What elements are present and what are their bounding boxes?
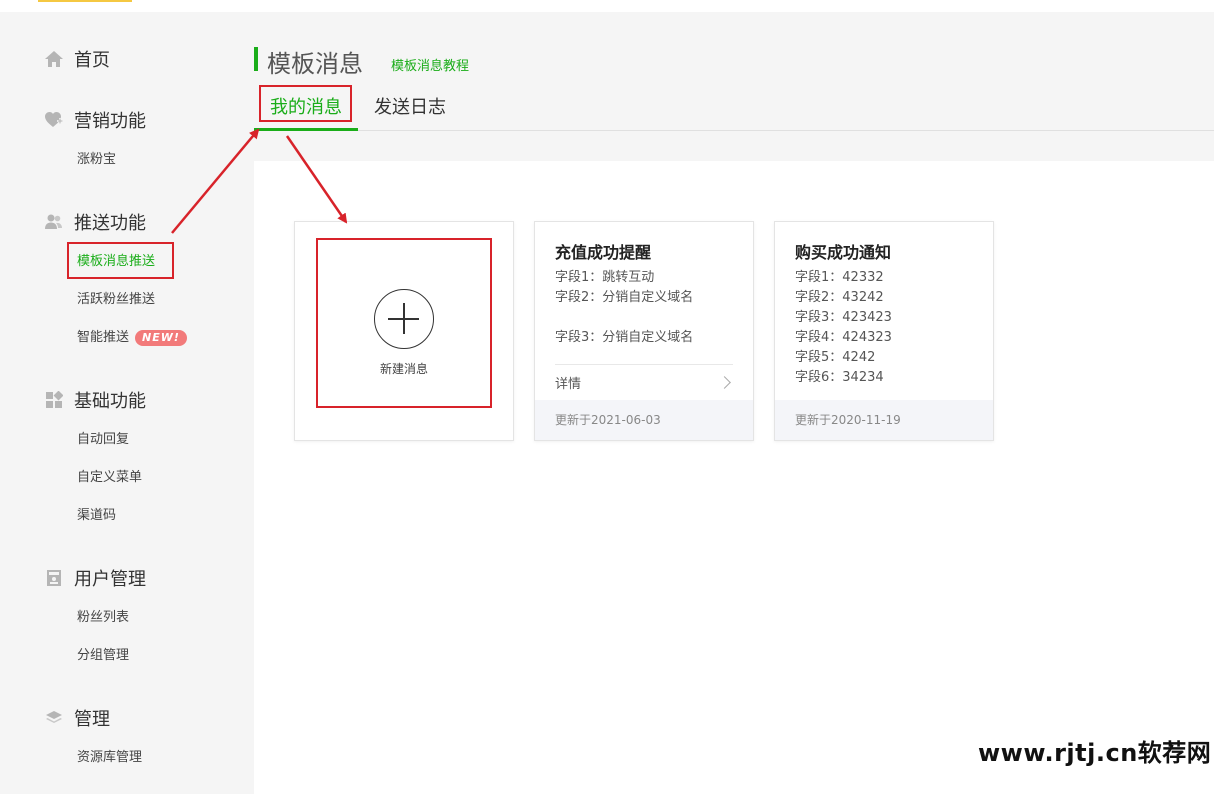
tab-send-log[interactable]: 发送日志 bbox=[374, 88, 446, 131]
sidebar-group-marketing[interactable]: 营销功能 bbox=[44, 108, 146, 132]
sidebar-item-auto-reply[interactable]: 自动回复 bbox=[77, 430, 129, 450]
sidebar-group-label: 营销功能 bbox=[74, 111, 146, 132]
sidebar-item-group-manage[interactable]: 分组管理 bbox=[77, 646, 129, 666]
sidebar-item-smart-push[interactable]: 智能推送 NEW! bbox=[77, 328, 187, 348]
sidebar-group-users[interactable]: 用户管理 bbox=[44, 566, 146, 590]
sidebar-item-label: 智能推送 bbox=[77, 330, 130, 345]
template-card[interactable]: 购买成功通知 字段1：42332 字段2：43242 字段3：423423 字段… bbox=[774, 221, 994, 441]
card-detail-link[interactable]: 详情 bbox=[555, 364, 733, 400]
page-title: 模板消息 bbox=[267, 50, 363, 78]
watermark: www.rjtj.cn软荐网 bbox=[978, 739, 1212, 767]
chevron-right-icon bbox=[718, 376, 731, 389]
logo-strip bbox=[38, 0, 132, 2]
card-title: 充值成功提醒 bbox=[555, 243, 652, 262]
title-accent-bar bbox=[254, 47, 258, 71]
sidebar-group-home[interactable]: 首页 bbox=[44, 47, 110, 71]
heart-plus-icon bbox=[44, 110, 64, 130]
annotation-box-new-card bbox=[316, 238, 492, 408]
card-field: 字段3：423423 bbox=[795, 310, 892, 325]
card-detail-label: 详情 bbox=[555, 377, 582, 392]
annotation-box-tab bbox=[259, 85, 352, 122]
card-field: 字段1：42332 bbox=[795, 270, 884, 285]
card-title: 购买成功通知 bbox=[795, 243, 892, 262]
card-field: 字段4：424323 bbox=[795, 330, 892, 345]
sidebar-group-label: 管理 bbox=[74, 709, 110, 730]
card-field: 字段3：分销自定义域名 bbox=[555, 330, 694, 345]
template-card[interactable]: 充值成功提醒 字段1：跳转互动 字段2：分销自定义域名 字段3：分销自定义域名 … bbox=[534, 221, 754, 441]
card-field: 字段2：分销自定义域名 bbox=[555, 290, 694, 305]
sidebar-group-push[interactable]: 推送功能 bbox=[44, 210, 146, 234]
sidebar-item-fans-list[interactable]: 粉丝列表 bbox=[77, 608, 129, 628]
card-field: 字段2：43242 bbox=[795, 290, 884, 305]
sidebar-group-basic[interactable]: 基础功能 bbox=[44, 388, 146, 412]
sidebar-group-label: 首页 bbox=[74, 50, 110, 71]
sidebar-item-fans-boost[interactable]: 涨粉宝 bbox=[77, 150, 116, 170]
card-field-gap bbox=[555, 308, 693, 328]
home-icon bbox=[44, 49, 64, 69]
annotation-box-sidebar bbox=[67, 242, 174, 279]
tutorial-link[interactable]: 模板消息教程 bbox=[391, 55, 469, 74]
new-badge: NEW! bbox=[135, 330, 187, 346]
card-fields: 字段1：跳转互动 字段2：分销自定义域名 字段3：分销自定义域名 bbox=[555, 268, 693, 348]
sidebar-item-channel-code[interactable]: 渠道码 bbox=[77, 506, 116, 526]
sidebar-group-manage[interactable]: 管理 bbox=[44, 706, 110, 730]
card-updated: 更新于2020-11-19 bbox=[775, 400, 993, 440]
users-icon bbox=[44, 212, 64, 232]
sidebar-item-custom-menu[interactable]: 自定义菜单 bbox=[77, 468, 142, 488]
sidebar-group-label: 基础功能 bbox=[74, 391, 146, 412]
card-field: 字段6：34234 bbox=[795, 370, 884, 385]
layers-icon bbox=[44, 708, 64, 728]
user-card-icon bbox=[44, 568, 64, 588]
card-updated: 更新于2021-06-03 bbox=[535, 400, 753, 440]
sidebar-group-label: 用户管理 bbox=[74, 569, 146, 590]
tab-bar: 我的消息 发送日志 bbox=[254, 88, 1214, 131]
sidebar-group-label: 推送功能 bbox=[74, 213, 146, 234]
sidebar-item-resource-library[interactable]: 资源库管理 bbox=[77, 748, 142, 768]
card-fields: 字段1：42332 字段2：43242 字段3：423423 字段4：42432… bbox=[795, 268, 892, 388]
sidebar-item-active-fans-push[interactable]: 活跃粉丝推送 bbox=[77, 290, 155, 310]
card-field: 字段1：跳转互动 bbox=[555, 270, 655, 285]
card-field: 字段5：4242 bbox=[795, 350, 876, 365]
top-bar bbox=[0, 0, 1214, 12]
grid-icon bbox=[44, 390, 64, 410]
